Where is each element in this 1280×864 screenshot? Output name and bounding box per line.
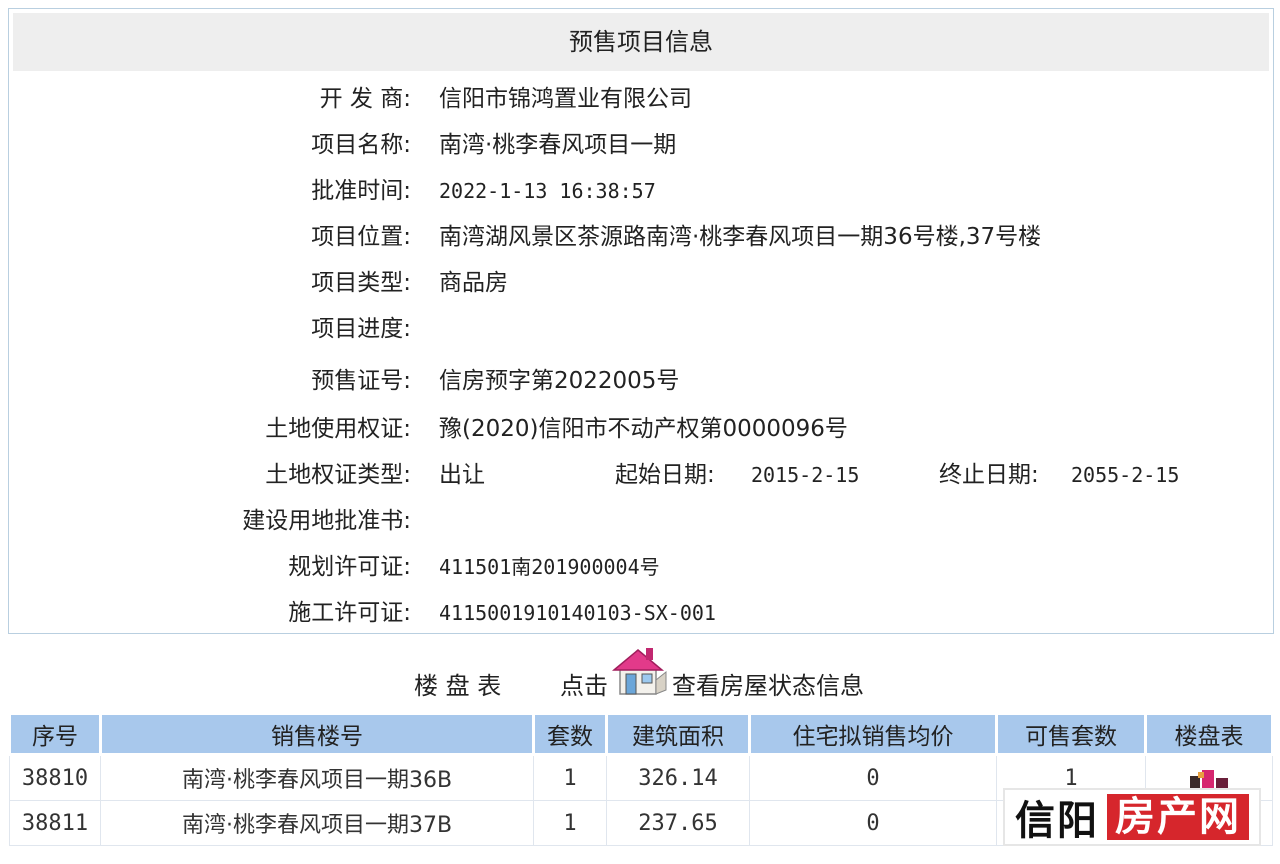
info-row-land-type: 土地权证类型: 出让 起始日期: 2015-2-15 终止日期: 2055-2-…	[9, 457, 1273, 493]
site-watermark-logo: 信阳 房产网	[1003, 788, 1261, 846]
col-header-area: 建筑面积	[605, 712, 751, 756]
land-cert-label: 土地使用权证:	[265, 416, 411, 442]
location-label: 项目位置:	[311, 224, 411, 250]
click-text: 点击	[560, 672, 608, 700]
row-id: 38810	[9, 754, 101, 801]
info-row-land-cert: 土地使用权证: 豫(2020)信阳市不动产权第0000096号	[9, 411, 1273, 447]
col-header-available: 可售套数	[995, 712, 1147, 756]
info-row-location: 项目位置: 南湾湖风景区茶源路南湾·桃李春风项目一期36号楼,37号楼	[9, 219, 1273, 255]
info-row-progress: 项目进度:	[9, 311, 1273, 347]
info-row-developer: 开 发 商: 信阳市锦鸿置业有限公司	[9, 81, 1273, 117]
project-name-value: 南湾·桃李春风项目一期	[439, 132, 677, 158]
row-price: 0	[749, 754, 997, 801]
progress-label: 项目进度:	[311, 316, 411, 342]
project-type-label: 项目类型:	[311, 270, 411, 296]
info-row-project-type: 项目类型: 商品房	[9, 265, 1273, 301]
planning-permit-value: 411501南201900004号	[439, 555, 660, 579]
presale-cert-value: 信房预字第2022005号	[439, 368, 680, 394]
start-date-value: 2015-2-15	[751, 463, 860, 487]
info-row-project-name: 项目名称: 南湾·桃李春风项目一期	[9, 127, 1273, 163]
col-header-building: 销售楼号	[99, 712, 535, 756]
view-status-link[interactable]: 查看房屋状态信息	[672, 668, 864, 704]
col-header-sets: 套数	[532, 712, 608, 756]
construction-permit-label: 施工许可证:	[288, 600, 411, 626]
board-link-bar: 楼 盘 表 点击 查看房屋状态信息	[0, 648, 1280, 712]
watermark-part2: 房产网	[1107, 794, 1249, 840]
land-type-value: 出让	[439, 462, 485, 488]
info-row-presale-cert: 预售证号: 信房预字第2022005号	[9, 363, 1273, 399]
land-cert-value: 豫(2020)信阳市不动产权第0000096号	[439, 416, 848, 442]
project-type-value: 商品房	[439, 270, 508, 296]
info-row-planning-permit: 规划许可证: 411501南201900004号	[9, 549, 1273, 585]
table-header-row: 序号 销售楼号 套数 建筑面积 住宅拟销售均价 可售套数 楼盘表	[8, 712, 1274, 756]
end-date-label: 终止日期:	[939, 462, 1039, 488]
row-area: 326.14	[606, 754, 750, 801]
project-info-panel: 预售项目信息 开 发 商: 信阳市锦鸿置业有限公司 项目名称: 南湾·桃李春风项…	[8, 8, 1274, 634]
land-approval-label: 建设用地批准书:	[242, 508, 411, 534]
presale-cert-label: 预售证号:	[311, 368, 411, 394]
info-row-land-approval: 建设用地批准书:	[9, 503, 1273, 539]
location-value: 南湾湖风景区茶源路南湾·桃李春风项目一期36号楼,37号楼	[439, 224, 1042, 250]
info-row-approval-time: 批准时间: 2022-1-13 16:38:57	[9, 173, 1273, 209]
row-id: 38811	[9, 800, 101, 846]
end-date-value: 2055-2-15	[1071, 463, 1180, 487]
row-sets: 1	[533, 800, 607, 846]
developer-value: 信阳市锦鸿置业有限公司	[439, 86, 692, 112]
house-icon[interactable]	[611, 640, 668, 700]
approval-time-label: 批准时间:	[311, 178, 411, 204]
row-building: 南湾·桃李春风项目一期36B	[100, 754, 534, 801]
planning-permit-label: 规划许可证:	[288, 554, 411, 580]
watermark-part1: 信阳	[1015, 798, 1099, 844]
info-row-construction-permit: 施工许可证: 4115001910140103-SX-001	[9, 595, 1273, 631]
row-area: 237.65	[606, 800, 750, 846]
board-title: 楼 盘 表	[414, 672, 502, 700]
row-sets: 1	[533, 754, 607, 801]
row-price: 0	[749, 800, 997, 846]
panel-title: 预售项目信息	[13, 13, 1269, 71]
col-header-board: 楼盘表	[1144, 712, 1274, 756]
project-name-label: 项目名称:	[311, 132, 411, 158]
start-date-label: 起始日期:	[615, 462, 715, 488]
col-header-price: 住宅拟销售均价	[748, 712, 998, 756]
developer-label: 开 发 商:	[319, 86, 411, 112]
approval-time-value: 2022-1-13 16:38:57	[439, 179, 656, 203]
construction-permit-value: 4115001910140103-SX-001	[439, 601, 716, 625]
row-building: 南湾·桃李春风项目一期37B	[100, 800, 534, 846]
land-type-label: 土地权证类型:	[265, 462, 411, 488]
col-header-id: 序号	[8, 712, 102, 756]
